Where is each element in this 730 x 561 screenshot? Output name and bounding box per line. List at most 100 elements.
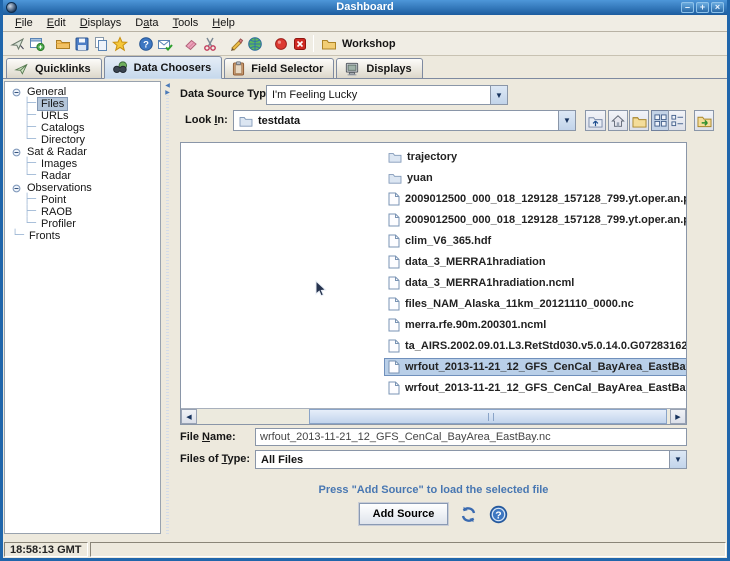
open-folder-icon[interactable]	[53, 34, 72, 54]
favorites-star-icon[interactable]	[110, 34, 129, 54]
tab-field-selector[interactable]: Field Selector	[224, 58, 334, 78]
chevron-down-icon[interactable]: ▼	[558, 111, 575, 130]
file-item-yuan[interactable]: yuan	[385, 167, 687, 188]
grid-view-toggle[interactable]	[651, 110, 669, 131]
close-button[interactable]: ×	[711, 2, 724, 13]
refresh-icon[interactable]	[459, 505, 478, 524]
tree-expand-icon[interactable]	[12, 148, 21, 157]
sidebar-item-catalogs[interactable]: ├─Catalogs	[5, 122, 160, 134]
tab-quicklinks[interactable]: Quicklinks	[6, 58, 102, 78]
scroll-left-icon[interactable]: ◀	[181, 409, 197, 424]
eraser-icon[interactable]	[181, 34, 200, 54]
sidebar-item-sat-radar[interactable]: Sat & Radar	[5, 146, 160, 158]
status-bar: 18:58:13 GMT	[3, 541, 727, 558]
file-item[interactable]: clim_V6_365.hdf	[385, 230, 687, 251]
menu-data[interactable]: Data	[128, 16, 165, 30]
tab-displays[interactable]: Displays	[336, 58, 422, 78]
record-red-circle-icon[interactable]	[271, 34, 290, 54]
expand-right-icon[interactable]: ▶	[165, 90, 170, 96]
maximize-button[interactable]: +	[696, 2, 709, 13]
list-view-toggle[interactable]	[668, 110, 686, 131]
edit-pencil-icon[interactable]	[226, 34, 245, 54]
collapse-left-icon[interactable]: ◀	[165, 83, 170, 89]
mouse-cursor	[315, 280, 327, 298]
cut-scissors-icon[interactable]	[200, 34, 219, 54]
tree-expand-icon[interactable]	[12, 88, 21, 97]
look-in-select[interactable]: testdata ▼	[233, 110, 576, 131]
file-item[interactable]: wrfout_2013-11-21_12_GFS_CenCal_BayArea_…	[385, 377, 687, 398]
menu-edit[interactable]: Edit	[40, 16, 73, 30]
menu-displays[interactable]: Displays	[73, 16, 129, 30]
file-item[interactable]: files_NAM_Alaska_11km_20121110_0000.nc	[385, 293, 687, 314]
up-folder-button[interactable]	[585, 110, 606, 131]
file-icon	[388, 276, 400, 290]
help-icon[interactable]: ?	[136, 34, 155, 54]
file-name-label: File Name:	[180, 431, 236, 443]
tree-expand-icon[interactable]	[12, 184, 21, 193]
sidebar-item-directory[interactable]: └─Directory	[5, 134, 160, 146]
tab-data-choosers[interactable]: Data Choosers	[104, 56, 223, 79]
sidebar-item-point[interactable]: ├─Point	[5, 194, 160, 206]
file-item[interactable]: 2009012500_000_018_129128_157128_799.yt.…	[385, 188, 687, 209]
files-of-type-label: Files of Type:	[180, 453, 250, 465]
new-folder-button[interactable]	[629, 110, 649, 131]
help-icon[interactable]: ?	[489, 505, 508, 524]
menu-tools[interactable]: Tools	[166, 16, 206, 30]
sidebar-item-profiler[interactable]: └─Profiler	[5, 218, 160, 230]
files-of-type-select[interactable]: All Files ▼	[255, 450, 687, 469]
home-button[interactable]	[608, 110, 628, 131]
sidebar-item-raob[interactable]: ├─RAOB	[5, 206, 160, 218]
file-item[interactable]: ta_AIRS.2002.09.01.L3.RetStd030.v5.0.14.…	[385, 335, 687, 356]
sidebar-item-images[interactable]: ├─Images	[5, 158, 160, 170]
open-selected-folder-button[interactable]	[694, 110, 714, 131]
split-divider[interactable]: ◀ ▶	[163, 81, 172, 534]
globe-icon[interactable]	[245, 34, 264, 54]
workshop-group[interactable]: Workshop	[321, 36, 396, 52]
file-item-trajectory[interactable]: trajectory	[385, 146, 687, 167]
data-source-type-select[interactable]: I'm Feeling Lucky ▼	[266, 85, 508, 105]
chevron-down-icon[interactable]: ▼	[490, 86, 507, 104]
sidebar-item-fronts[interactable]: └─Fronts	[5, 230, 160, 242]
sidebar-item-radar[interactable]: └─Radar	[5, 170, 160, 182]
app-logo-icon	[6, 2, 17, 13]
horizontal-scrollbar[interactable]: ◀ ▶	[181, 408, 686, 424]
data-source-type-label: Data Source Type:	[180, 88, 276, 100]
scrollbar-track[interactable]	[197, 409, 670, 424]
stop-red-square-icon[interactable]	[290, 34, 309, 54]
file-item[interactable]: data_3_MERRA1hradiation	[385, 251, 687, 272]
scrollbar-thumb[interactable]	[309, 409, 667, 424]
file-icon	[388, 339, 400, 353]
minimize-button[interactable]: –	[681, 2, 694, 13]
workshop-label: Workshop	[342, 38, 396, 50]
sidebar-item-observations[interactable]: Observations	[5, 182, 160, 194]
look-in-label: Look In:	[185, 114, 228, 126]
menu-bar: File Edit Displays Data Tools Help	[3, 15, 727, 32]
file-icon	[388, 255, 400, 269]
scroll-right-icon[interactable]: ▶	[670, 409, 686, 424]
file-item[interactable]: 2009012500_000_018_129128_157128_799.yt.…	[385, 209, 687, 230]
file-item[interactable]: data_3_MERRA1hradiation.ncml	[385, 272, 687, 293]
sidebar-item-general[interactable]: General	[5, 86, 160, 98]
support-message-icon[interactable]	[155, 34, 174, 54]
file-list: trajectory yuan 2009012500_000_018_12912…	[180, 142, 687, 425]
paper-plane-icon	[14, 62, 29, 76]
chevron-down-icon[interactable]: ▼	[669, 451, 686, 468]
menu-file[interactable]: File	[8, 16, 40, 30]
quicklinks-plane-icon[interactable]	[8, 34, 27, 54]
file-item-selected[interactable]: wrfout_2013-11-21_12_GFS_CenCal_BayArea_…	[385, 356, 687, 377]
binoculars-icon	[112, 60, 128, 75]
copy-icon[interactable]	[91, 34, 110, 54]
file-chooser-panel: Data Source Type: I'm Feeling Lucky ▼ Lo…	[173, 79, 724, 541]
title-bar: Dashboard – + ×	[3, 0, 727, 15]
data-choosers-panel: General ├─Files ├─URLs ├─Catalogs └─Dire…	[3, 79, 727, 541]
add-source-button[interactable]: Add Source	[359, 503, 449, 525]
save-icon[interactable]	[72, 34, 91, 54]
status-message-area	[90, 542, 726, 557]
menu-help[interactable]: Help	[205, 16, 242, 30]
file-item[interactable]: merra.rfe.90m.200301.ncml	[385, 314, 687, 335]
sidebar-item-urls[interactable]: ├─URLs	[5, 110, 160, 122]
file-icon	[388, 318, 400, 332]
sidebar-item-files[interactable]: ├─Files	[5, 98, 160, 110]
new-window-icon[interactable]	[27, 34, 46, 54]
file-name-input[interactable]: wrfout_2013-11-21_12_GFS_CenCal_BayArea_…	[255, 428, 687, 446]
